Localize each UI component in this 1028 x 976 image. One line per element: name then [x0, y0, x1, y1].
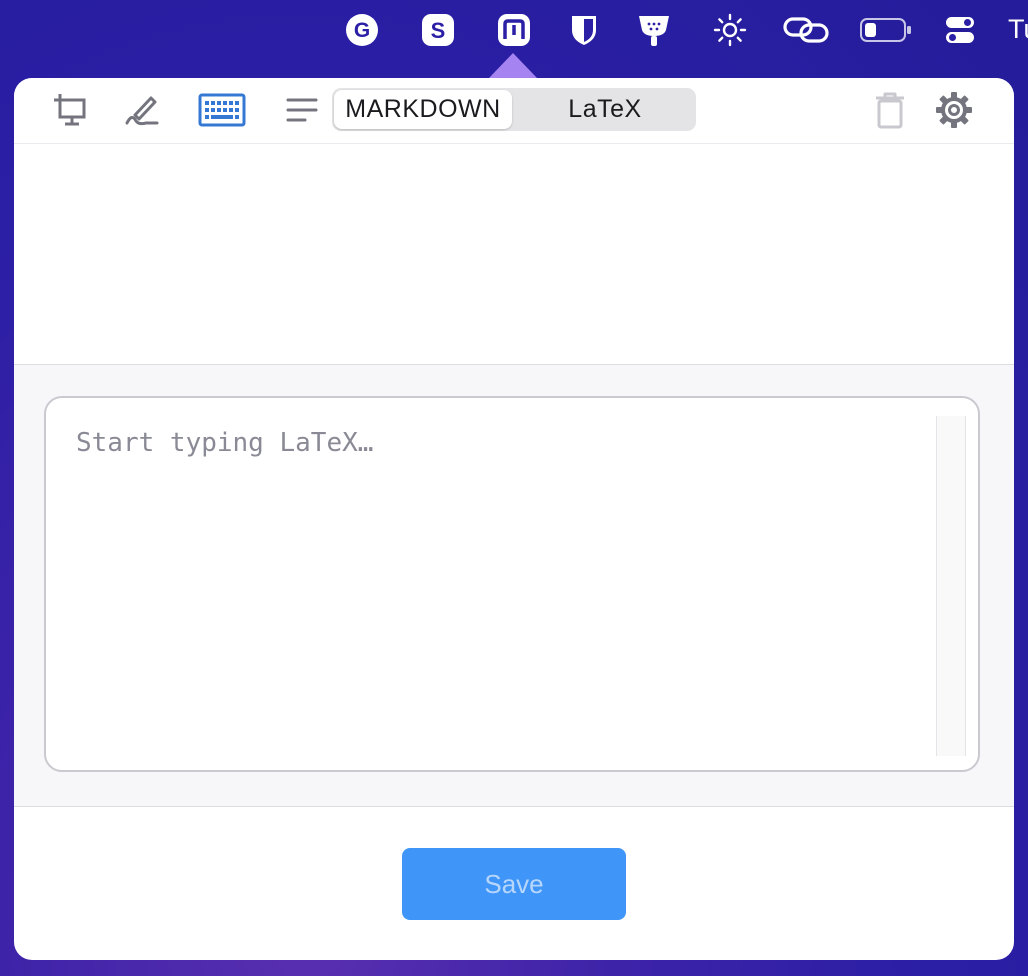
screenshot-crop-icon[interactable] — [46, 89, 94, 131]
mathpix-icon[interactable] — [492, 8, 536, 52]
handwriting-pen-icon[interactable] — [118, 89, 166, 131]
editor-scrollbar[interactable] — [936, 416, 966, 756]
mode-segmented-control: MARKDOWN LaTeX — [332, 88, 696, 131]
svg-text:S: S — [431, 18, 446, 43]
svg-text:G: G — [354, 19, 370, 42]
skype-icon[interactable]: S — [416, 8, 460, 52]
menu-bar: G S T — [0, 0, 1028, 60]
battery-icon[interactable] — [856, 8, 916, 52]
link-icon[interactable] — [780, 8, 832, 52]
text-align-icon[interactable] — [278, 89, 326, 131]
keyboard-icon[interactable] — [198, 89, 246, 131]
latex-input-placeholder: Start typing LaTeX… — [76, 428, 374, 458]
trash-icon[interactable] — [866, 89, 914, 131]
menubar-overflow-text[interactable]: Tu — [1008, 11, 1028, 47]
latex-input[interactable]: Start typing LaTeX… — [44, 396, 980, 772]
popover-arrow — [489, 53, 537, 78]
toolbar: MARKDOWN LaTeX — [14, 78, 1014, 144]
tab-latex[interactable]: LaTeX — [516, 90, 694, 129]
control-center-icon[interactable] — [938, 8, 982, 52]
latex-preview-area — [14, 144, 1014, 365]
gear-icon[interactable] — [930, 89, 978, 131]
editor-section: Start typing LaTeX… — [14, 365, 1014, 807]
mathpix-panel: MARKDOWN LaTeX Start typing LaTeX… Save — [14, 78, 1014, 960]
save-button[interactable]: Save — [402, 848, 626, 920]
grammarly-icon[interactable]: G — [340, 8, 384, 52]
shower-head-icon[interactable] — [632, 8, 676, 52]
brightness-icon[interactable] — [708, 8, 752, 52]
tab-markdown[interactable]: MARKDOWN — [334, 90, 512, 129]
bitwarden-shield-icon[interactable] — [562, 8, 606, 52]
